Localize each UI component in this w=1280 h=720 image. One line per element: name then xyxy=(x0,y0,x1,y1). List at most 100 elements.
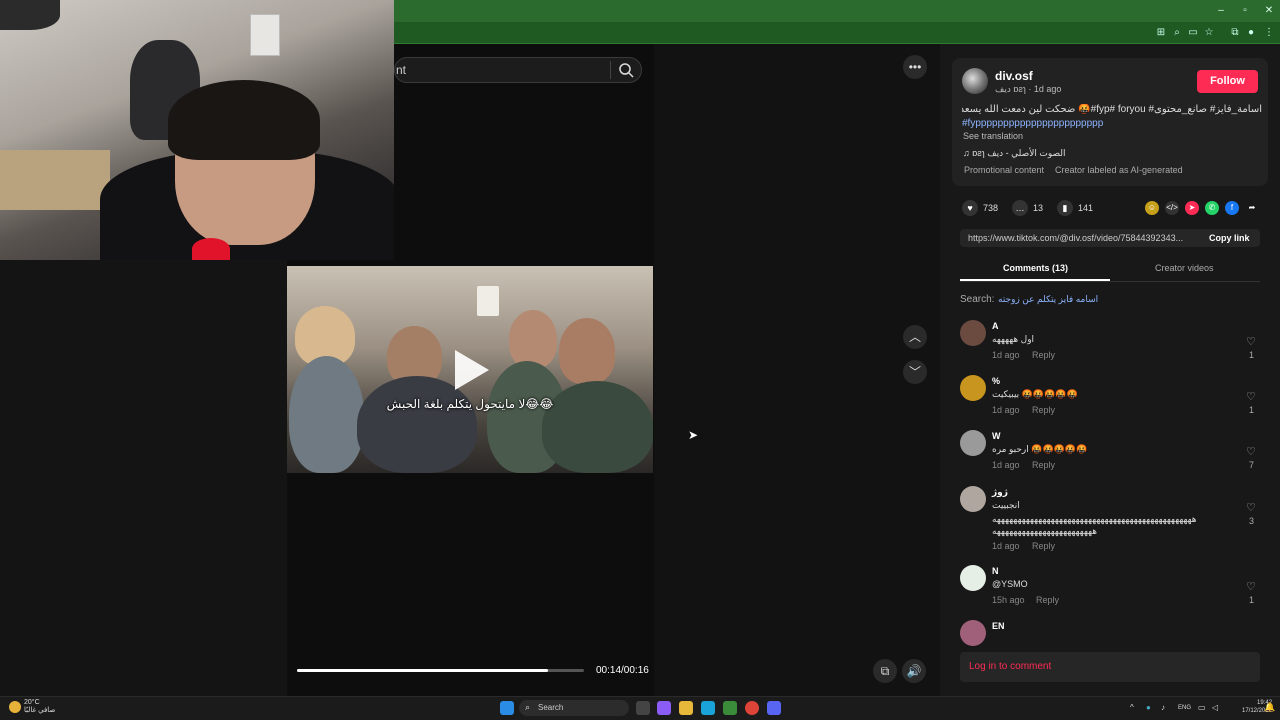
save-count: 141 xyxy=(1078,203,1094,213)
translate-icon[interactable]: ⊞ xyxy=(1154,26,1168,40)
bookmark-star-icon[interactable]: ☆ xyxy=(1202,26,1216,40)
chrome-icon[interactable] xyxy=(745,701,759,715)
zoom-icon[interactable]: ⌕ xyxy=(1170,26,1184,40)
copilot-icon[interactable] xyxy=(657,701,671,715)
comment-author[interactable]: A xyxy=(992,321,999,331)
author-avatar[interactable] xyxy=(962,68,988,94)
tray-app-icon[interactable]: ● xyxy=(1146,703,1151,712)
comment-avatar[interactable] xyxy=(960,565,986,591)
like-heart-icon[interactable]: ♥ xyxy=(962,200,978,216)
maximize-button[interactable]: ▫ xyxy=(1234,3,1256,19)
previous-video-chevron-up-icon[interactable]: ︿ xyxy=(903,325,927,349)
emoji-share-icon[interactable]: ☺ xyxy=(1145,201,1159,215)
author-name[interactable]: div.osf xyxy=(995,69,1033,83)
mouse-cursor-icon: ➤ xyxy=(688,428,699,442)
see-translation-link[interactable]: See translation xyxy=(963,131,1023,141)
comment-like-count: 3 xyxy=(1249,516,1255,526)
browser-menu-icon[interactable]: ⋮ xyxy=(1262,26,1276,40)
comment-reply-button[interactable]: Reply xyxy=(1032,541,1055,551)
facebook-icon[interactable]: f xyxy=(1225,201,1239,215)
follow-button[interactable]: Follow xyxy=(1197,70,1258,93)
comment-time: 1d ago xyxy=(992,541,1020,551)
share-arrow-icon[interactable]: ➦ xyxy=(1245,201,1259,215)
extensions-icon[interactable]: ⧉ xyxy=(1228,26,1242,40)
minimize-button[interactable]: – xyxy=(1210,3,1232,19)
comment-avatar[interactable] xyxy=(960,375,986,401)
copy-link-button[interactable]: Copy link xyxy=(1209,233,1250,243)
comment-author[interactable]: EN xyxy=(992,621,1005,631)
weather-widget[interactable]: 20°C صافي غالبًا xyxy=(24,699,55,715)
embed-code-icon[interactable]: </> xyxy=(1165,201,1179,215)
comment-like-heart-icon[interactable]: ♡ xyxy=(1246,390,1256,403)
search-icon[interactable] xyxy=(618,62,634,78)
tab-creator-videos[interactable]: Creator videos xyxy=(1155,263,1214,273)
comment-reply-button[interactable]: Reply xyxy=(1032,350,1055,360)
video-side-area xyxy=(654,44,940,696)
tab-divider xyxy=(960,281,1260,282)
comment-like-heart-icon[interactable]: ♡ xyxy=(1246,580,1256,593)
video-caption: لا مايتحول يتكلم بلغة الحبش😂😂 xyxy=(386,397,554,411)
notifications-icon[interactable]: 🔔 xyxy=(1264,702,1275,713)
comment-like-heart-icon[interactable]: ♡ xyxy=(1246,501,1256,514)
comment-like-count: 7 xyxy=(1249,460,1255,470)
comment-avatar[interactable] xyxy=(960,620,986,646)
language-indicator[interactable]: ENG xyxy=(1178,705,1191,711)
share-url[interactable]: https://www.tiktok.com/@div.osf/video/75… xyxy=(968,233,1196,243)
search-input-text: nt xyxy=(396,63,407,77)
whatsapp-icon[interactable]: ✆ xyxy=(1205,201,1219,215)
more-options-icon[interactable]: ••• xyxy=(903,55,927,79)
comment-icon[interactable]: … xyxy=(1012,200,1028,216)
cast-icon[interactable]: ▭ xyxy=(1186,26,1200,40)
bookmark-icon[interactable]: ▮ xyxy=(1057,200,1073,216)
weather-desc: صافي غالبًا xyxy=(24,707,56,714)
time-display: 00:14/00:16 xyxy=(596,665,649,676)
taskbar-search-box[interactable] xyxy=(519,700,629,716)
comment-like-count: 1 xyxy=(1249,405,1255,415)
tab-comments[interactable]: Comments (13) xyxy=(1003,263,1068,273)
file-explorer-icon[interactable] xyxy=(679,701,693,715)
network-icon[interactable]: ▭ xyxy=(1198,703,1206,712)
store-icon[interactable] xyxy=(723,701,737,715)
close-window-button[interactable]: ✕ xyxy=(1258,3,1280,19)
comment-reply-button[interactable]: Reply xyxy=(1032,460,1055,470)
tray-overflow-icon[interactable]: ^ xyxy=(1130,703,1134,712)
comment-text: اول هههههه xyxy=(992,334,1035,344)
taskbar-search-label: Search xyxy=(538,703,564,712)
comment-reply-button[interactable]: Reply xyxy=(1036,595,1059,605)
floating-player-icon[interactable]: ⧉ xyxy=(873,659,897,683)
comment-author[interactable]: ژوژ xyxy=(992,487,1008,498)
volume-icon[interactable]: 🔊 xyxy=(902,659,926,683)
send-to-friend-icon[interactable]: ➤ xyxy=(1185,201,1199,215)
start-menu-icon[interactable] xyxy=(500,701,514,715)
profile-avatar-icon[interactable]: ● xyxy=(1244,26,1258,40)
play-icon[interactable] xyxy=(455,350,489,390)
login-to-comment-link[interactable]: Log in to comment xyxy=(969,661,1051,672)
comment-like-count: 1 xyxy=(1249,595,1255,605)
sound-link[interactable]: ♫ ɒƨɿ الصوت الأصلي - ديف xyxy=(963,148,1066,159)
comment-like-heart-icon[interactable]: ♡ xyxy=(1246,335,1256,348)
search-input[interactable] xyxy=(394,57,642,83)
comment-avatar[interactable] xyxy=(960,486,986,512)
next-video-chevron-down-icon[interactable]: ﹀ xyxy=(903,360,927,384)
comment-text: @YSMO xyxy=(992,579,1028,589)
comment-author[interactable]: W xyxy=(992,431,1001,441)
comment-author[interactable]: N xyxy=(992,566,999,576)
discord-icon[interactable] xyxy=(767,701,781,715)
comment-text-continued: ههههههههههههههههههههههههه xyxy=(992,526,1097,536)
edge-browser-icon[interactable] xyxy=(701,701,715,715)
video-hashtags[interactable]: #fyppppppppppppppppppppppp xyxy=(962,118,1103,129)
comment-time: 1d ago xyxy=(992,405,1020,415)
weather-temp: 20°C xyxy=(24,699,40,706)
microphone-icon[interactable]: ♪ xyxy=(1161,703,1165,712)
comment-like-heart-icon[interactable]: ♡ xyxy=(1246,445,1256,458)
search-suggestion-link[interactable]: اسامه فايز يتكلم عن زوجته xyxy=(998,294,1098,305)
comment-avatar[interactable] xyxy=(960,320,986,346)
comment-avatar[interactable] xyxy=(960,430,986,456)
weather-icon[interactable] xyxy=(9,701,21,713)
task-view-icon[interactable] xyxy=(636,701,650,715)
comment-author[interactable]: % xyxy=(992,376,1000,386)
volume-tray-icon[interactable]: ◁ xyxy=(1212,703,1218,712)
comment-text: ارحبو مره 🤬🤬🤬🤬🤬 xyxy=(992,444,1088,454)
comment-reply-button[interactable]: Reply xyxy=(1032,405,1055,415)
author-subtitle: ديف ɒƨɿ · 1d ago xyxy=(995,84,1062,94)
